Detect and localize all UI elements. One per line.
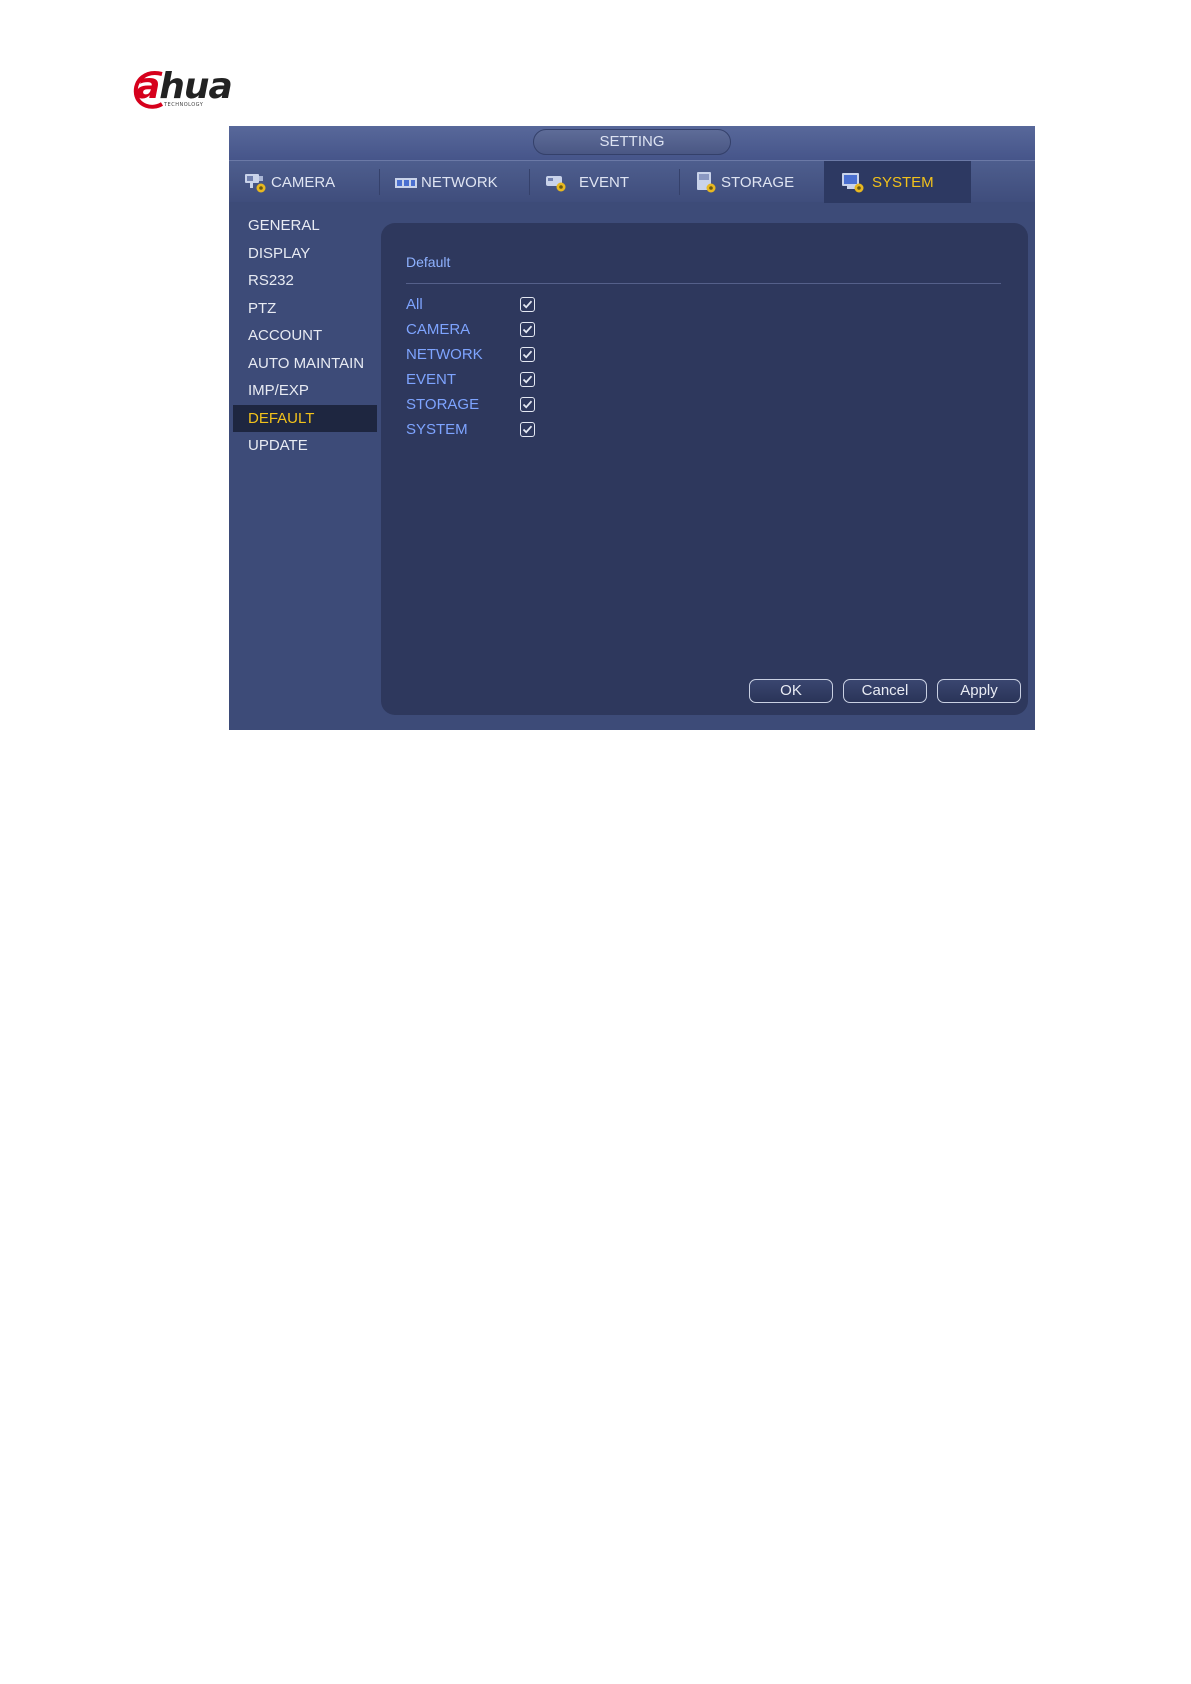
sidebar-item-default[interactable]: DEFAULT (233, 404, 377, 432)
logo-wordmark: ahua (136, 66, 233, 107)
checkbox-network[interactable] (520, 346, 535, 362)
storage-icon (697, 172, 716, 193)
main-tab-bar: CAMERA NETWORK EVENT STORAGE SYSTEM (229, 160, 1035, 203)
sidebar-item-auto-maintain[interactable]: AUTO MAINTAIN (233, 350, 377, 378)
sidebar-item-ptz[interactable]: PTZ (233, 295, 377, 323)
option-row-camera: CAMERA (406, 318, 535, 340)
ok-button[interactable]: OK (749, 679, 833, 703)
tab-network[interactable]: NETWORK (393, 161, 512, 203)
window-title: SETTING (533, 129, 731, 155)
tab-label: NETWORK (421, 173, 498, 191)
tab-divider (379, 169, 380, 195)
option-row-storage: STORAGE (406, 393, 535, 415)
checkmark-icon (522, 300, 533, 309)
checkbox-camera[interactable] (520, 321, 535, 337)
option-label: EVENT (406, 370, 457, 388)
sidebar-item-account[interactable]: ACCOUNT (233, 322, 377, 350)
system-icon (842, 173, 864, 193)
system-sidebar: GENERAL DISPLAY RS232 PTZ ACCOUNT AUTO M… (233, 212, 377, 460)
sidebar-item-rs232[interactable]: RS232 (233, 267, 377, 295)
checkmark-icon (522, 400, 533, 409)
sidebar-item-general[interactable]: GENERAL (233, 212, 377, 240)
tab-label: SYSTEM (872, 173, 934, 191)
option-label: CAMERA (406, 320, 471, 338)
tab-label: STORAGE (721, 173, 795, 191)
sidebar-item-update[interactable]: UPDATE (233, 432, 377, 460)
checkmark-icon (522, 350, 533, 359)
tab-divider (529, 169, 530, 195)
camera-settings-icon (245, 174, 266, 193)
option-label: All (406, 295, 423, 313)
cancel-button[interactable]: Cancel (843, 679, 927, 703)
default-settings-panel: Default All CAMERA NETWORK EVENT STORAGE… (381, 223, 1028, 715)
title-bar: SETTING (229, 126, 1035, 160)
event-icon (546, 176, 566, 192)
checkmark-icon (522, 375, 533, 384)
tab-label: CAMERA (271, 173, 336, 191)
tab-event[interactable]: EVENT (543, 161, 643, 203)
tab-storage[interactable]: STORAGE (693, 161, 808, 203)
checkmark-icon (522, 425, 533, 434)
dahua-logo: ahua TECHNOLOGY (133, 66, 266, 116)
network-icon (395, 178, 417, 188)
sidebar-item-display[interactable]: DISPLAY (233, 240, 377, 268)
option-row-all: All (406, 293, 535, 315)
tab-system[interactable]: SYSTEM (824, 161, 971, 203)
apply-button[interactable]: Apply (937, 679, 1021, 703)
option-label: SYSTEM (406, 420, 468, 438)
checkbox-event[interactable] (520, 371, 535, 387)
section-divider (406, 283, 1001, 284)
option-label: NETWORK (406, 345, 483, 363)
option-row-network: NETWORK (406, 343, 535, 365)
tab-label: EVENT (579, 173, 630, 191)
section-title: Default (406, 254, 451, 270)
option-row-event: EVENT (406, 368, 535, 390)
checkbox-all[interactable] (520, 296, 535, 312)
tab-camera[interactable]: CAMERA (243, 161, 349, 203)
settings-window: SETTING CAMERA NETWORK EVENT STORAGE SYS… (229, 126, 1035, 730)
checkbox-storage[interactable] (520, 396, 535, 412)
option-row-system: SYSTEM (406, 418, 535, 440)
checkmark-icon (522, 325, 533, 334)
tab-divider (679, 169, 680, 195)
option-label: STORAGE (406, 395, 480, 413)
checkbox-system[interactable] (520, 421, 535, 437)
sidebar-item-imp-exp[interactable]: IMP/EXP (233, 377, 377, 405)
logo-subtext: TECHNOLOGY (164, 102, 204, 108)
